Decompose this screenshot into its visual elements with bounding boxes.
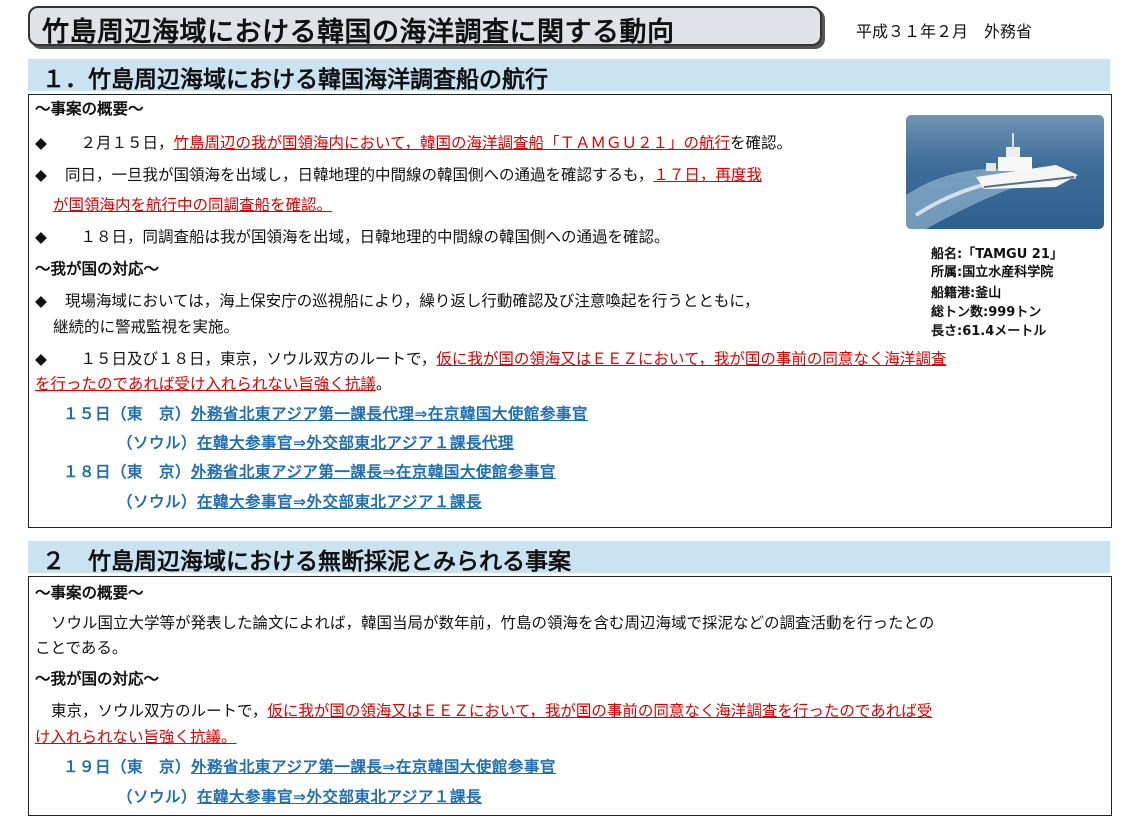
page-title: 竹島周辺海域における韓国の海洋調査に関する動向 [42, 17, 675, 48]
ship-affiliation: 所属:国立水産科学院 [931, 265, 1054, 280]
s1-overview-label: ～事案の概要～ [35, 100, 144, 118]
section2-header: ２ 竹島周辺海域における無断採泥とみられる事案 [28, 541, 1110, 575]
s1-bullet-2-cont: が国領海内を航行中の同調査船を確認。 [53, 196, 333, 214]
s1-response-2-cont: を行ったのであれば受け入れられない旨強く抗議。 [35, 375, 392, 393]
s2-overview-label: ～事案の概要～ [35, 584, 144, 602]
diamond-bullet-icon: ◆ [35, 228, 47, 246]
s1-response-1: ◆ 現場海域においては，海上保安庁の巡視船により，繰り返し行動確認及び注意喚起を行… [35, 292, 760, 310]
s1-response-1-cont: 継続的に警戒監視を実施。 [53, 318, 240, 336]
s2-overview-line2: ことである。 [35, 639, 128, 657]
diamond-bullet-icon: ◆ [35, 350, 47, 368]
s2-contact-1: １９日（東 京）外務省北東アジア第一課長⇒在京韓国大使館参事官 [63, 758, 556, 776]
ship-tonnage: 総トン数:999トン [931, 305, 1042, 320]
s2-response-label: ～我が国の対応～ [35, 670, 160, 688]
ship-photo [906, 115, 1104, 229]
s2-overview-line1: ソウル国立大学等が発表した論文によれば，韓国当局が数年前，竹島の領海を含む周辺海… [51, 614, 935, 632]
section1-heading: １．竹島周辺海域における韓国海洋調査船の航行 [42, 67, 548, 93]
date-org: 平成３１年２月 外務省 [856, 22, 1033, 41]
s2-response-line2: け入れられない旨強く抗議。 [35, 728, 237, 746]
s1-contact-3: １８日（東 京）外務省北東アジア第一課長⇒在京韓国大使館参事官 [63, 463, 556, 481]
s2-response-line1: 東京，ソウル双方のルートで，仮に我が国の領海又はＥＥＺにおいて，我が国の事前の同… [51, 702, 933, 720]
s1-bullet-1: ◆ ２月１５日，竹島周辺の我が国領海内において，韓国の海洋調査船「ＴＡＭＧＵ２１… [35, 134, 792, 152]
s1-contact-2: （ソウル）在韓大参事官⇒外交部東北アジア１課長代理 [117, 434, 514, 452]
ship-length: 長さ:61.4メートル [931, 324, 1047, 339]
section1-box: ～事案の概要～ ◆ ２月１５日，竹島周辺の我が国領海内において，韓国の海洋調査船… [28, 94, 1112, 528]
s1-bullet-3: ◆ １８日，同調査船は我が国領海を出域，日韓地理的中間線の韓国側への通過を確認。 [35, 228, 670, 246]
s1-contact-1: １５日（東 京）外務省北東アジア第一課長代理⇒在京韓国大使館参事官 [63, 405, 588, 423]
s1-bullet-2: ◆ 同日，一旦我が国領海を出域し，日韓地理的中間線の韓国側への通過を確認するも，１… [35, 166, 762, 184]
diamond-bullet-icon: ◆ [35, 292, 47, 310]
s2-contact-2: （ソウル）在韓大参事官⇒外交部東北アジア１課長 [117, 788, 482, 806]
diamond-bullet-icon: ◆ [35, 166, 47, 184]
section1-header: １．竹島周辺海域における韓国海洋調査船の航行 [28, 59, 1110, 93]
s1-contact-4: （ソウル）在韓大参事官⇒外交部東北アジア１課長 [117, 493, 482, 511]
s1-response-2: ◆ １５日及び１８日，東京，ソウル双方のルートで，仮に我が国の領海又はＥＥＺにお… [35, 350, 947, 368]
ship-name: 船名:「TAMGU 21」 [931, 247, 1063, 262]
s1-response-label: ～我が国の対応～ [35, 260, 160, 278]
ship-image-icon [906, 133, 1078, 229]
section2-heading: ２ 竹島周辺海域における無断採泥とみられる事案 [42, 549, 571, 575]
diamond-bullet-icon: ◆ [35, 134, 47, 152]
section2-box: ～事案の概要～ ソウル国立大学等が発表した論文によれば，韓国当局が数年前，竹島の… [28, 576, 1112, 816]
title-box: 竹島周辺海域における韓国の海洋調査に関する動向 [28, 6, 822, 48]
ship-port: 船籍港:釜山 [931, 286, 1002, 301]
